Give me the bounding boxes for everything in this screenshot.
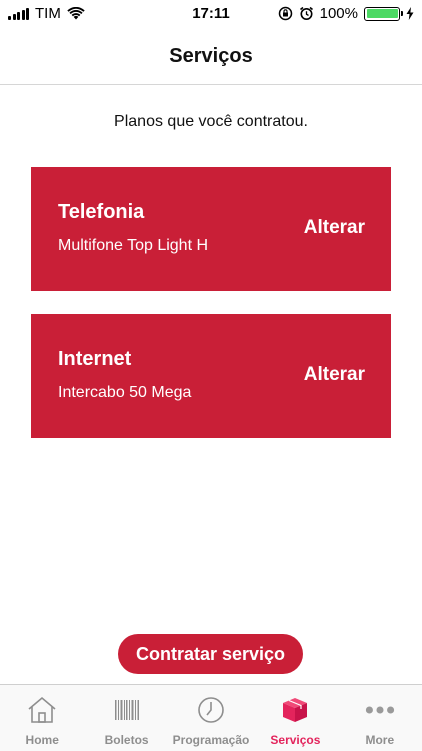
battery-icon — [364, 6, 403, 21]
charging-bolt-icon — [406, 7, 414, 20]
tab-boletos[interactable]: Boletos — [84, 685, 168, 751]
tab-programacao[interactable]: Programação — [169, 685, 253, 751]
box-icon — [280, 695, 310, 725]
tab-label: More — [365, 733, 395, 747]
plan-name: Telefonia — [58, 201, 145, 223]
tab-label: Home — [25, 733, 59, 747]
navigation-bar: Serviços — [0, 28, 422, 85]
status-right: 100% — [278, 5, 414, 22]
house-icon — [27, 695, 57, 725]
plan-description: Intercabo 50 Mega — [58, 384, 192, 401]
tab-label: Serviços — [270, 733, 321, 747]
change-plan-button[interactable]: Alterar — [304, 364, 365, 386]
tab-label: Boletos — [104, 733, 149, 747]
more-icon — [365, 695, 395, 725]
tab-servicos[interactable]: Serviços — [253, 685, 337, 751]
tab-home[interactable]: Home — [0, 685, 84, 751]
rotation-lock-icon — [278, 6, 292, 21]
tab-label: Programação — [172, 733, 250, 747]
clock-icon — [196, 695, 226, 725]
page-title: Serviços — [169, 44, 253, 67]
plan-card-internet[interactable]: Internet Intercabo 50 Mega Alterar — [31, 314, 391, 438]
battery-percent: 100% — [319, 5, 358, 22]
section-subtitle: Planos que você contratou. — [114, 113, 308, 130]
contract-service-button[interactable]: Contratar serviço — [118, 634, 303, 674]
plan-name: Internet — [58, 348, 132, 370]
tab-bar: Home Boletos Programação Serviços More — [0, 684, 422, 751]
tab-more[interactable]: More — [338, 685, 422, 751]
change-plan-button[interactable]: Alterar — [304, 217, 365, 239]
plan-description: Multifone Top Light H — [58, 237, 209, 254]
status-bar: TIM 17:11 100% — [0, 0, 422, 28]
alarm-icon — [299, 6, 313, 20]
barcode-icon — [112, 695, 142, 725]
plan-card-telefonia[interactable]: Telefonia Multifone Top Light H Alterar — [31, 167, 391, 291]
